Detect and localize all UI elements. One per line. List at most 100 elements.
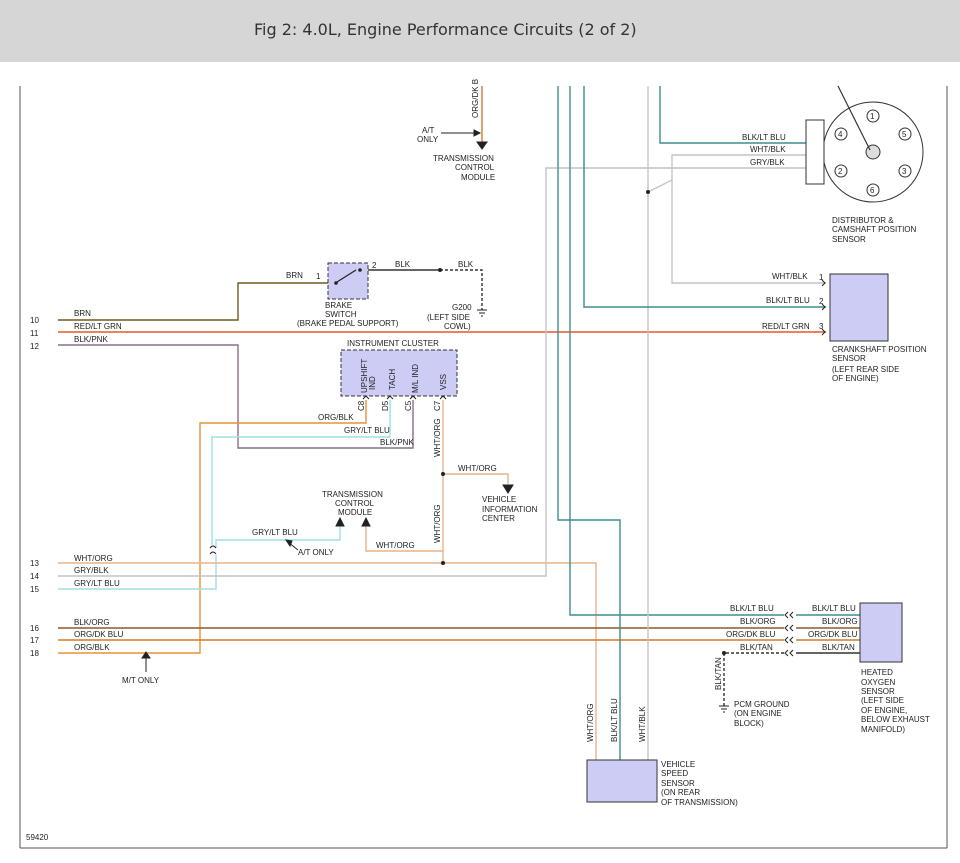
wire-label-o2-r1: BLK/LT BLU <box>812 604 856 613</box>
wire-label-tcm-wht-org: WHT/ORG <box>376 541 415 550</box>
dist-label-3: SENSOR <box>832 235 866 244</box>
ic-cavity-c8: C8 <box>357 400 366 411</box>
pin-14: 14 <box>30 572 39 581</box>
crank-label-4: OF ENGINE) <box>832 374 879 383</box>
pin-16: 16 <box>30 624 39 633</box>
wire-label-crank-1: WHT/BLK <box>772 272 808 281</box>
wire-wht-org-vic <box>443 473 509 484</box>
wire-label-vss-1: WHT/ORG <box>586 703 595 742</box>
dist-label-2: CAMSHAFT POSITION <box>832 225 917 234</box>
wire-label-org-dk-b: ORG/DK B <box>471 79 480 118</box>
mt-only: M/T ONLY <box>122 676 160 685</box>
instrument-cluster: UPSHIFT IND TACH M/L IND VSS C8 D5 C5 C7 <box>340 349 458 411</box>
pcm-gnd-label-3: BLOCK) <box>734 719 764 728</box>
crank-pin-2: 2 <box>819 297 824 306</box>
pin-11: 11 <box>30 329 39 338</box>
vic-label-1: VEHICLE <box>482 495 516 504</box>
ic-ind-label: IND <box>368 376 377 390</box>
wire-label-o2-r4: BLK/TAN <box>822 643 855 652</box>
dist-term-3: 3 <box>902 167 907 176</box>
o2-label-3: SENSOR <box>861 687 895 696</box>
ic-ml-ind-label: M/L IND <box>411 364 420 393</box>
figure-id: 59420 <box>26 833 49 842</box>
brake-pin-2: 2 <box>372 261 377 270</box>
pcm-gnd-label-1: PCM GROUND <box>734 700 790 709</box>
wire-label-vss-3: WHT/BLK <box>638 706 647 742</box>
wire-vss-blk-lt-blu <box>557 86 621 760</box>
crank-label-3: (LEFT REAR SIDE <box>832 365 899 374</box>
dist-term-2: 2 <box>838 167 843 176</box>
connector-chevrons <box>209 139 826 657</box>
dist-term-4: 4 <box>838 130 843 139</box>
wire-label-wht-org-lower: WHT/ORG <box>433 504 442 543</box>
wire-label-vss-2: BLK/LT BLU <box>610 698 619 742</box>
wire-label-p18: ORG/BLK <box>74 643 110 652</box>
o2-label-7: MANIFOLD) <box>861 725 905 734</box>
crank-label-1: CRANKSHAFT POSITION <box>832 345 927 354</box>
pin-numbers: 10 11 12 13 14 15 16 17 18 <box>30 316 39 658</box>
o2-label-2: OXYGEN <box>861 678 895 687</box>
at-only-top: A/T <box>422 126 435 135</box>
ic-vss-label: VSS <box>439 374 448 390</box>
wire-wht-org <box>58 562 597 760</box>
wire-wht-blk-crank <box>647 178 826 284</box>
pin-17: 17 <box>30 636 39 645</box>
g200-label-2: (LEFT SIDE <box>427 313 470 322</box>
crank-pin-3: 3 <box>819 322 824 331</box>
pin-12: 12 <box>30 342 39 351</box>
wire-label-tcm-gry-lt-blu: GRY/LT BLU <box>252 528 298 537</box>
tcm-top-1: TRANSMISSION <box>433 154 494 163</box>
ic-cavity-c7: C7 <box>433 400 442 411</box>
crank-pin-1: 1 <box>819 273 824 282</box>
tcm-top-2: CONTROL <box>455 163 495 172</box>
wire-label-dist-2: WHT/BLK <box>750 145 786 154</box>
vic-label-2: INFORMATION <box>482 505 538 514</box>
dist-term-6: 6 <box>870 186 875 195</box>
wire-label-vic-wht-org: WHT/ORG <box>458 464 497 473</box>
brake-label-3: (BRAKE PEDAL SUPPORT) <box>297 319 399 328</box>
dist-term-5: 5 <box>902 130 907 139</box>
wire-label-crank-3: RED/LT GRN <box>762 322 810 331</box>
ic-cavity-d5: D5 <box>381 400 390 411</box>
wire-label-brake-brn: BRN <box>286 271 303 280</box>
vss-label-2: SPEED <box>661 769 688 778</box>
pin-18: 18 <box>30 649 39 658</box>
wire-label-brake-blk2: BLK <box>458 260 474 269</box>
splice-dots <box>438 190 726 655</box>
pin-13: 13 <box>30 559 39 568</box>
wire-label-brake-blk: BLK <box>395 260 411 269</box>
o2-label-6: BELOW EXHAUST <box>861 715 930 724</box>
wire-label-o2-l3: ORG/DK BLU <box>726 630 776 639</box>
tcm-mid-3: MODULE <box>338 508 372 517</box>
wiring-diagram: 1 2 UPSHIFT IND TACH M/L IND VSS C8 D5 C… <box>19 79 948 849</box>
dist-label-1: DISTRIBUTOR & <box>832 216 894 225</box>
wire-label-p10: BRN <box>74 309 91 318</box>
pcm-gnd-label-2: (ON ENGINE <box>734 709 782 718</box>
wire-label-p14: GRY/BLK <box>74 566 109 575</box>
tcm-mid-2: CONTROL <box>335 499 375 508</box>
wire-label-dist-1: BLK/LT BLU <box>742 133 786 142</box>
wire-label-ic-gry-lt-blu: GRY/LT BLU <box>344 426 390 435</box>
wire-label-p17: ORG/DK BLU <box>74 630 124 639</box>
at-only-mid: A/T ONLY <box>298 548 334 557</box>
pin-10: 10 <box>30 316 39 325</box>
at-only-top-2: ONLY <box>417 135 439 144</box>
brake-switch: 1 2 <box>316 261 377 300</box>
wire-label-p11: RED/LT GRN <box>74 322 122 331</box>
wire-label-ic-org-blk: ORG/BLK <box>318 413 354 422</box>
wire-label-p13: WHT/ORG <box>74 554 113 563</box>
wire-label-o2-r2: BLK/ORG <box>822 617 858 626</box>
dist-term-1: 1 <box>870 112 875 121</box>
pin-15: 15 <box>30 585 39 594</box>
brake-label-1: BRAKE <box>325 301 352 310</box>
distributor-camshaft-sensor <box>805 85 924 203</box>
ic-title: INSTRUMENT CLUSTER <box>347 339 439 348</box>
crankshaft-sensor <box>829 273 889 342</box>
o2-label-1: HEATED <box>861 668 893 677</box>
ic-tach-label: TACH <box>388 369 397 390</box>
wire-label-o2-l4: BLK/TAN <box>740 643 773 652</box>
wire-label-ic-wht-org-vert: WHT/ORG <box>433 418 442 457</box>
o2-label-5: OF ENGINE, <box>861 706 907 715</box>
vehicle-speed-sensor <box>586 759 658 803</box>
wire-label-p16: BLK/ORG <box>74 618 110 627</box>
